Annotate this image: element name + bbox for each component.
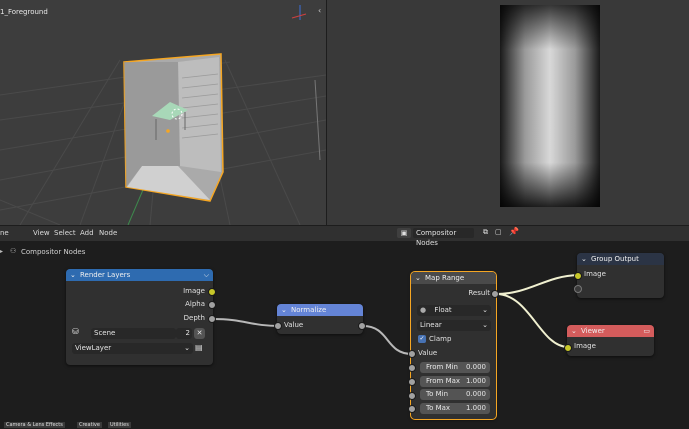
data-type-select[interactable]: ● Float ⌄ [417, 305, 491, 316]
map-range-header[interactable]: ⌄ Map Range [411, 272, 496, 284]
viewer-active-icon[interactable]: ▭ [643, 325, 650, 337]
map-range-node[interactable]: ⌄ Map Range Result ● Float ⌄ Linear ⌄ ✓ … [408, 271, 499, 420]
node-title: Group Output [591, 255, 639, 263]
input-label: Value [418, 349, 438, 357]
input-label: Image [574, 342, 596, 350]
close-icon[interactable]: ✕ [194, 328, 205, 339]
interpolation-value: Linear [420, 321, 442, 329]
collapse-icon[interactable]: ⌄ [415, 272, 421, 284]
from-min-socket[interactable] [408, 364, 416, 372]
field-value: 0.000 [465, 390, 486, 398]
data-type-value: Float [434, 306, 452, 314]
chevron-down-icon: ⌄ [482, 321, 488, 329]
viewer-header[interactable]: ⌄ Viewer ▭ [567, 325, 654, 337]
node-title: Viewer [581, 327, 605, 335]
field-label: From Min [426, 363, 458, 371]
node-editor[interactable]: ne View Select Add Node ▣ Compositor Nod… [0, 226, 689, 429]
image-input-socket[interactable] [564, 344, 572, 352]
image-output-socket[interactable] [208, 288, 216, 296]
chevron-down-icon: ⌄ [184, 344, 190, 352]
collapse-icon[interactable]: ⌄ [70, 269, 76, 281]
to-min-field[interactable]: To Min 0.000 [420, 389, 490, 400]
interpolation-select[interactable]: Linear ⌄ [417, 320, 491, 331]
depth-output-socket[interactable] [208, 315, 216, 323]
normalize-node[interactable]: ⌄ Normalize Value [274, 304, 366, 334]
collapse-icon[interactable]: ⌄ [571, 325, 577, 337]
object-label: 1_Foreground [0, 8, 48, 16]
field-label: To Max [426, 404, 451, 412]
result-output-socket[interactable] [491, 290, 499, 298]
image-viewer[interactable] [327, 0, 689, 225]
alpha-output-socket[interactable] [208, 301, 216, 309]
viewer-node[interactable]: ⌄ Viewer ▭ Image [564, 325, 654, 356]
collapse-icon[interactable]: ⌄ [281, 304, 287, 316]
group-output-node[interactable]: ⌄ Group Output Image [574, 253, 664, 298]
from-min-field[interactable]: From Min 0.000 [420, 362, 490, 373]
view-layer-select[interactable]: ViewLayer ⌄ [72, 343, 193, 354]
tab-utilities[interactable]: Utilities [108, 422, 131, 428]
chevron-left-icon[interactable]: ‹ [318, 6, 321, 15]
value-input-socket[interactable] [274, 322, 282, 330]
node-title: Normalize [291, 306, 327, 314]
value-output-socket[interactable] [358, 322, 366, 330]
to-min-socket[interactable] [408, 392, 416, 400]
scene-users[interactable]: 2 [176, 328, 192, 339]
node-title: Render Layers [80, 271, 131, 279]
output-label: Result [468, 289, 490, 297]
input-label: Value [284, 321, 304, 329]
to-max-field[interactable]: To Max 1.000 [420, 403, 490, 414]
field-value: 1.000 [465, 377, 486, 385]
normalize-header[interactable]: ⌄ Normalize [277, 304, 363, 316]
viewport-grid [0, 5, 326, 225]
from-max-field[interactable]: From Max 1.000 [420, 376, 490, 387]
group-output-header[interactable]: ⌄ Group Output [577, 253, 664, 265]
render-layer-icon[interactable]: ▤ [195, 343, 203, 352]
viewer-image [500, 5, 600, 207]
empty-input-socket[interactable] [574, 285, 582, 293]
clamp-label: Clamp [429, 335, 452, 343]
collapse-icon[interactable]: ⌄ [581, 253, 587, 265]
field-label: From Max [426, 377, 461, 385]
viewport-3d[interactable]: 1_Foreground ‹ [0, 0, 326, 225]
render-layers-node[interactable]: ⌄ Render Layers ⌵ Image Alpha Depth ⛁ Sc… [66, 269, 216, 365]
chevron-down-icon: ⌄ [482, 306, 488, 314]
clamp-checkbox[interactable]: ✓ [418, 335, 426, 343]
tab-camera-lens-effects[interactable]: Camera & Lens Effects [4, 422, 65, 428]
scene-icon[interactable]: ⛁ [72, 327, 79, 336]
view-layer-value: ViewLayer [75, 344, 112, 352]
scene-field[interactable]: Scene [91, 328, 176, 339]
to-max-socket[interactable] [408, 405, 416, 413]
field-value: 0.000 [465, 363, 486, 371]
float-icon: ● [420, 306, 427, 314]
output-label: Alpha [185, 300, 205, 308]
render-layers-header[interactable]: ⌄ Render Layers ⌵ [66, 269, 213, 281]
input-label: Image [584, 270, 606, 278]
value-input-socket[interactable] [408, 350, 416, 358]
from-max-socket[interactable] [408, 378, 416, 386]
field-label: To Min [426, 390, 449, 398]
output-label: Depth [183, 314, 205, 322]
field-value: 1.000 [465, 404, 486, 412]
output-label: Image [183, 287, 205, 295]
chevron-down-icon[interactable]: ⌵ [204, 269, 209, 281]
tab-creative[interactable]: Creative [77, 422, 102, 428]
image-input-socket[interactable] [574, 272, 582, 280]
bottom-tab-bar: Camera & Lens Effects Creative Utilities [0, 422, 689, 429]
node-title: Map Range [425, 274, 465, 282]
